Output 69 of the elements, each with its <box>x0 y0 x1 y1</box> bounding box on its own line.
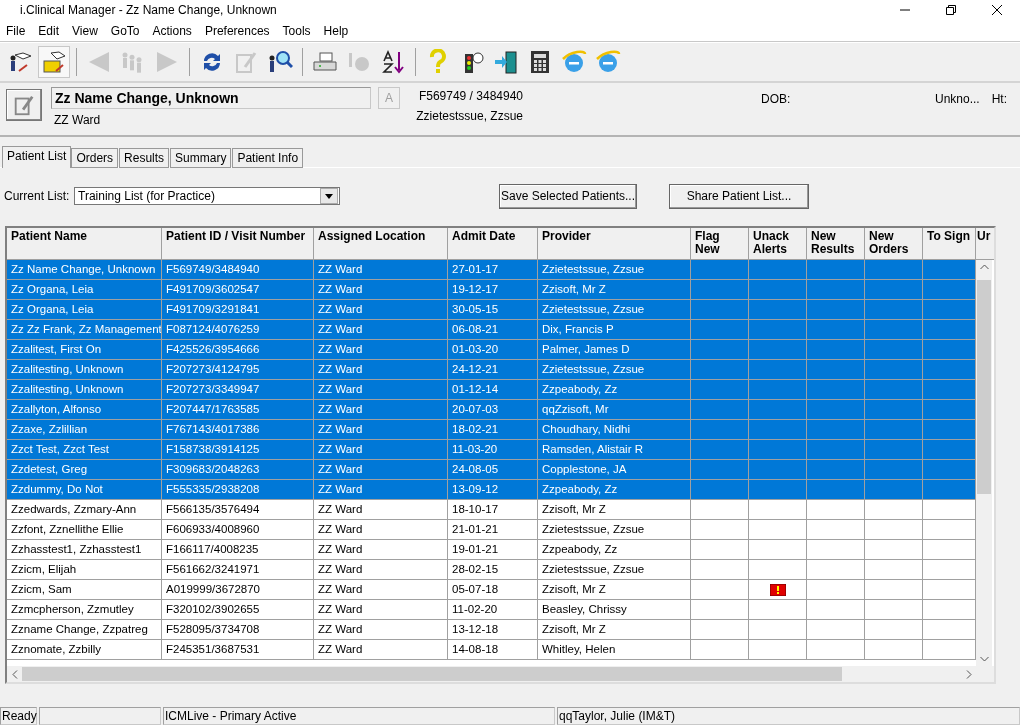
close-icon <box>992 5 1002 15</box>
tab[interactable]: Orders <box>71 148 119 168</box>
patient-name-field: Zz Name Change, Unknown <box>51 87 371 109</box>
share-list-button[interactable]: Share Patient List... <box>669 183 809 209</box>
patient-row[interactable]: Zzalitesting, Unknown F207273/3349947 ZZ Ward 01-12-14 Zzpeabody, Zz <box>7 380 976 400</box>
patient-row[interactable]: Zzicm, Sam A019999/3672870 ZZ Ward 05-07-18 Zzisoft, Mr Z <box>7 580 976 600</box>
search-icon <box>267 49 293 75</box>
table-cell: ZZ Ward <box>314 640 448 660</box>
save-selected-button[interactable]: Save Selected Patients... <box>499 183 637 209</box>
patient-row[interactable]: Zzalitesting, Unknown F207273/4124795 ZZ Ward 24-12-21 Zzietestssue, Zzsue <box>7 360 976 380</box>
table-cell: 14-08-18 <box>448 640 538 660</box>
patient-location: ZZ Ward <box>53 113 102 127</box>
window-title: i.Clinical Manager - Zz Name Change, Unknown <box>20 3 278 17</box>
menu-item[interactable]: Help <box>317 23 356 38</box>
scroll-up-icon[interactable] <box>979 264 989 270</box>
patient-row[interactable]: Zzdummy, Do Not F555335/2938208 ZZ Ward 13-09-12 Zzpeabody, Zz <box>7 480 976 500</box>
status-bar-cell: Ready <box>0 707 37 725</box>
tab[interactable]: Results <box>119 148 170 168</box>
menu-item[interactable]: Edit <box>32 23 67 38</box>
sex-value: Unkno... <box>935 91 980 106</box>
menu-item[interactable]: Actions <box>146 23 199 38</box>
edit-button[interactable] <box>6 89 42 121</box>
patient-row[interactable]: Zzdetest, Greg F309683/2048263 ZZ Ward 24-08-05 Copplestone, JA <box>7 460 976 480</box>
current-list-label: Current List: <box>4 189 71 203</box>
patient-row[interactable]: Zzmcpherson, Zzmutley F320102/3902655 ZZ Ward 11-02-20 Beasley, Chrissy <box>7 600 976 620</box>
scroll-down-icon[interactable] <box>979 656 989 662</box>
door-exit-icon <box>493 49 519 75</box>
patient-row[interactable]: Zz Organa, Leia F491709/3602547 ZZ Ward 19-12-17 Zzisoft, Mr Z <box>7 280 976 300</box>
menu-item[interactable]: View <box>66 23 105 38</box>
dropdown-arrow-icon <box>325 193 333 199</box>
menu-item[interactable]: Preferences <box>198 23 277 38</box>
patient-row[interactable]: Zzname Change, Zzpatreg F528095/3734708 ZZ Ward 13-12-18 Zzisoft, Mr Z <box>7 620 976 640</box>
height-label: Ht: <box>991 91 1008 106</box>
patient-ids: F569749 / 3484940 <box>418 89 523 103</box>
patient-row[interactable]: Zzicm, Elijah F561662/3241971 ZZ Ward 28-02-15 Zzietestssue, Zzsue <box>7 560 976 580</box>
clipboard-pen-icon <box>12 93 36 117</box>
table-cell: Zznomate, Zzbilly <box>7 640 162 660</box>
current-list-dropdown[interactable]: Training List (for Practice) <box>74 187 340 205</box>
patient-row[interactable]: Zzalitest, First On F425526/3954666 ZZ Ward 01-03-20 Palmer, James D <box>7 340 976 360</box>
clipboard-pen-icon <box>233 49 259 75</box>
tab[interactable]: Summary <box>170 148 232 168</box>
table-cell: Whitley, Helen <box>538 640 691 660</box>
patient-row[interactable]: Zzallyton, Alfonso F207447/1763585 ZZ Ward 20-07-03 qqZzisoft, Mr <box>7 400 976 420</box>
horizontal-scrollbar-thumb[interactable] <box>22 667 842 681</box>
patient-provider: Zzietestssue, Zzsue <box>416 109 523 123</box>
patient-row[interactable]: Zz Name Change, Unknown F569749/3484940 ZZ Ward 27-01-17 Zzietestssue, Zzsue <box>7 260 976 280</box>
patient-row[interactable]: Zzedwards, Zzmary-Ann F566135/3576494 ZZ Ward 18-10-17 Zzisoft, Mr Z <box>7 500 976 520</box>
tab[interactable]: Patient Info <box>232 148 304 168</box>
patient-row[interactable]: Zz Zz Frank, Zz Management F087124/4076259 ZZ Ward 06-08-21 Dix, Francis P <box>7 320 976 340</box>
menu-item[interactable]: File <box>0 23 33 38</box>
patient-row[interactable]: Zzaxe, Zzlillian F767143/4017386 ZZ Ward 18-02-21 Choudhary, Nidhi <box>7 420 976 440</box>
status-bar-cell: qqTaylor, Julie (IM&T) <box>557 707 1020 725</box>
patient-row[interactable]: Zzct Test, Zzct Test F158738/3914125 ZZ Ward 11-03-20 Ramsden, Alistair R <box>7 440 976 460</box>
scroll-right-icon[interactable] <box>966 669 972 679</box>
vertical-scrollbar-thumb[interactable] <box>977 280 991 494</box>
patient-row[interactable]: Zz Organa, Leia F491709/3291841 ZZ Ward 30-05-15 Zzietestssue, Zzsue <box>7 300 976 320</box>
patient-row[interactable]: Zzfont, Zznellithe Ellie F606933/4008960 ZZ Ward 21-01-21 Zzietestssue, Zzsue <box>7 520 976 540</box>
sort-icon <box>380 49 406 75</box>
patient-row[interactable]: Zzhasstest1, Zzhasstest1 F166117/4008235 ZZ Ward 19-01-21 Zzpeabody, Zz <box>7 540 976 560</box>
status-bar-cell: ICMLive - Primary Active <box>163 707 555 725</box>
restore-icon <box>946 5 956 15</box>
patient-row[interactable]: Zznomate, Zzbilly F245351/3687531 ZZ Ward 14-08-18 Whitley, Helen <box>7 640 976 660</box>
scroll-left-icon[interactable] <box>12 669 18 679</box>
menu-item[interactable]: Tools <box>276 23 318 38</box>
dob-label: DOB: <box>761 91 792 106</box>
folder-icon <box>41 49 67 75</box>
table-cell: F245351/3687531 <box>162 640 314 660</box>
tab[interactable]: Patient List <box>2 146 72 168</box>
menu-item[interactable]: GoTo <box>104 23 147 38</box>
